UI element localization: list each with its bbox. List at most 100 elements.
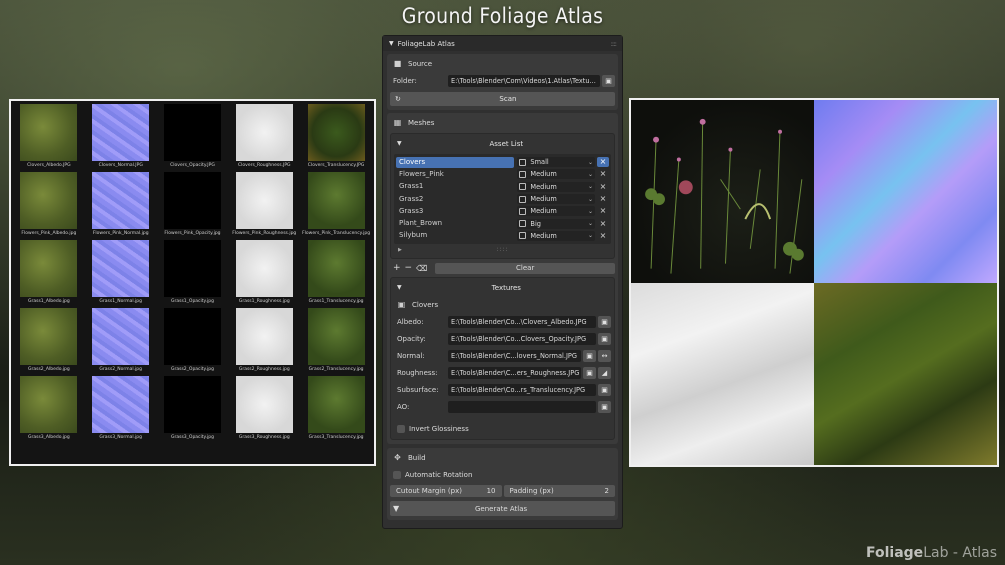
texture-tile: Grass1_Opacity.jpg: [157, 239, 229, 307]
texture-tile: Flowers_Pink_Albedo.jpg: [13, 171, 85, 239]
size-dropdown[interactable]: Medium ⌄: [517, 181, 596, 192]
textures-title: Textures: [491, 283, 521, 292]
asset-row[interactable]: Grass1 Medium ⌄ ×: [396, 181, 609, 193]
texture-tile: Grass3_Normal.jpg: [85, 375, 157, 443]
texture-tile: Grass3_Opacity.jpg: [157, 375, 229, 443]
generate-atlas-button[interactable]: ▼ Generate Atlas: [390, 501, 615, 517]
texture-path-field[interactable]: E:\Tools\Blender\Co...rs_Translucency.JP…: [448, 384, 596, 397]
asset-name[interactable]: Grass2: [396, 194, 514, 205]
size-dropdown[interactable]: Medium ⌄: [517, 206, 596, 217]
browse-file-icon[interactable]: ▣: [598, 333, 611, 346]
browse-file-icon[interactable]: ▣: [583, 350, 596, 363]
asset-row[interactable]: Grass3 Medium ⌄ ×: [396, 205, 609, 217]
remove-asset-icon[interactable]: ×: [597, 169, 609, 179]
texture-path-field[interactable]: E:\Tools\Blender\C...lovers_Normal.JPG: [448, 350, 581, 363]
foliage-sprites: [645, 118, 804, 274]
texture-tile: Grass2_Roughness.jpg: [228, 307, 300, 375]
texture-path-field[interactable]: E:\Tools\Blender\C...ers_Roughness.JPG: [448, 367, 581, 380]
asset-row[interactable]: Clovers Small ⌄ ×: [396, 156, 609, 168]
panel-title: FoliageLab Atlas: [397, 39, 455, 48]
cutout-margin-field[interactable]: Cutout Margin (px) 10: [390, 485, 502, 498]
texture-slot-label: Roughness:: [397, 369, 438, 378]
remove-asset-icon[interactable]: ×: [597, 219, 609, 229]
automatic-rotation-label: Automatic Rotation: [405, 471, 473, 480]
texture-filename: Clovers_Normal.JPG: [98, 163, 143, 168]
asset-name[interactable]: Flowers_Pink: [396, 169, 514, 180]
texture-tile: Grass3_Albedo.jpg: [13, 375, 85, 443]
texture-filename: Grass1_Normal.jpg: [99, 299, 142, 304]
remove-asset-icon[interactable]: ×: [597, 231, 609, 241]
asset-row[interactable]: Flowers_Pink Medium ⌄ ×: [396, 168, 609, 180]
texture-thumbnail: [92, 376, 150, 433]
build-icon: ✥: [394, 453, 401, 463]
texture-tile: Clovers_Normal.JPG: [85, 103, 157, 171]
textures-toggle-icon[interactable]: ▼: [394, 284, 402, 291]
asset-row[interactable]: Silybum Medium ⌄ ×: [396, 230, 609, 242]
refresh-icon: ↻: [395, 95, 401, 103]
size-value: Medium: [530, 195, 557, 204]
texture-thumbnail: [307, 172, 365, 229]
atlas-preview: [629, 98, 999, 467]
add-icon[interactable]: +: [393, 263, 401, 273]
size-dropdown[interactable]: Small ⌄: [517, 157, 596, 168]
texture-tile: Flowers_Pink_Translucency.jpg: [300, 171, 372, 239]
size-value: Medium: [530, 231, 557, 240]
texture-filename: Clovers_Translucency.JPG: [307, 163, 365, 168]
folder-field[interactable]: E:\Tools\Blender\Com\Videos\1.Atlas\Text…: [448, 75, 600, 87]
texture-slot-label: Opacity:: [397, 335, 426, 344]
invert-icon[interactable]: ◢: [598, 367, 611, 380]
size-dropdown[interactable]: Medium ⌄: [517, 230, 596, 241]
size-value: Medium: [530, 207, 557, 216]
asset-list-toggle-icon[interactable]: ▼: [394, 140, 402, 147]
asset-list: Clovers Small ⌄ × Flowers_Pink Medium ⌄ × Grass1…: [394, 154, 611, 245]
texture-filename: Grass1_Translucency.jpg: [308, 299, 364, 304]
asset-row[interactable]: Grass2 Medium ⌄ ×: [396, 193, 609, 205]
asset-name[interactable]: Silybum: [396, 230, 514, 241]
expand-triangle-icon[interactable]: ▶: [394, 247, 414, 253]
padding-field[interactable]: Padding (px) 2: [503, 485, 615, 498]
browse-file-icon[interactable]: ▣: [583, 367, 596, 380]
asset-name[interactable]: Plant_Brown: [396, 218, 514, 229]
size-dropdown[interactable]: Medium ⌄: [517, 194, 596, 205]
browse-folder-icon[interactable]: ▣: [602, 75, 615, 87]
texture-slot-label: Subsurface:: [397, 386, 439, 395]
collapse-chevron-icon[interactable]: ▼: [389, 40, 394, 47]
browse-file-icon[interactable]: ▣: [598, 384, 611, 397]
texture-thumbnail: [235, 240, 293, 297]
browse-file-icon[interactable]: ▣: [598, 316, 611, 329]
remove-icon[interactable]: −: [405, 263, 413, 273]
texture-thumbnail: [163, 172, 221, 229]
chevron-down-icon: ⌄: [588, 220, 594, 228]
texture-path-field[interactable]: E:\Tools\Blender\Co...\Clovers_Albedo.JP…: [448, 316, 596, 329]
size-dropdown[interactable]: Medium ⌄: [517, 169, 596, 180]
remove-asset-icon[interactable]: ×: [597, 157, 609, 168]
asset-name[interactable]: Grass3: [396, 206, 514, 217]
texture-filename: Flowers_Pink_Translucency.jpg: [302, 231, 371, 236]
build-section: ✥ Build Automatic Rotation Cutout Margin…: [387, 448, 618, 521]
size-dropdown[interactable]: Big ⌄: [517, 218, 596, 229]
texture-filename: Grass3_Normal.jpg: [99, 435, 142, 440]
texture-filename: Flowers_Pink_Albedo.jpg: [21, 231, 77, 236]
trash-icon[interactable]: ⌫: [416, 264, 427, 273]
remove-asset-icon[interactable]: ×: [597, 182, 609, 192]
clear-button[interactable]: Clear: [435, 262, 615, 274]
texture-path-field[interactable]: E:\Tools\Blender\Co...Clovers_Opacity.JP…: [448, 333, 596, 346]
texture-tile: Flowers_Pink_Roughness.jpg: [228, 171, 300, 239]
material-icon: ▣: [397, 300, 406, 310]
invert-glossiness-checkbox[interactable]: [397, 425, 405, 434]
asset-row[interactable]: Plant_Brown Big ⌄ ×: [396, 217, 609, 229]
automatic-rotation-checkbox[interactable]: [393, 471, 401, 480]
remove-asset-icon[interactable]: ×: [597, 206, 609, 216]
browse-file-icon[interactable]: ▣: [598, 401, 611, 414]
atlas-normal-quadrant: [814, 100, 997, 283]
scan-button[interactable]: ↻ Scan: [390, 92, 615, 106]
drag-grip-icon[interactable]: ::::: [611, 40, 618, 48]
panel-header[interactable]: ▼ FoliageLab Atlas ::::: [383, 36, 622, 51]
resize-handle[interactable]: ::::: [414, 246, 591, 253]
asset-name[interactable]: Clovers: [396, 156, 515, 168]
texture-thumbnail: [20, 308, 78, 365]
remove-asset-icon[interactable]: ×: [597, 194, 609, 204]
flip-normal-icon[interactable]: ↔: [598, 350, 611, 363]
texture-path-field[interactable]: [448, 401, 596, 414]
asset-name[interactable]: Grass1: [396, 181, 514, 192]
